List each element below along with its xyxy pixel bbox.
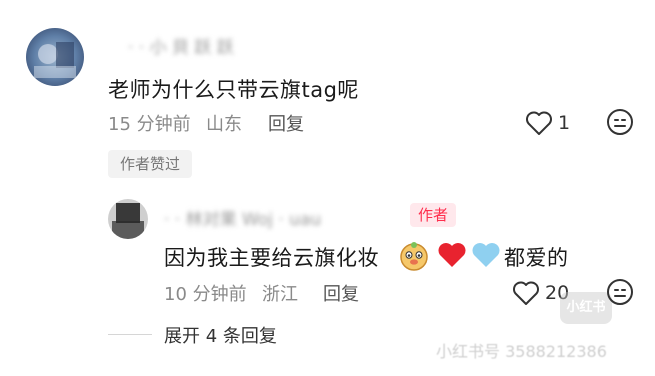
reply-text: 因为我主要给云旗化妆 [164, 246, 379, 270]
watermark-id: 小红书号 3588212386 [436, 342, 607, 361]
expand-replies-button[interactable]: 展开 4 条回复 [164, 322, 277, 348]
author-liked-badge: 作者赞过 [108, 150, 193, 178]
like-button[interactable] [525, 110, 553, 140]
comment-location: 山东 [206, 114, 242, 135]
blue-heart-icon [471, 241, 501, 273]
reply-text-suffix: 都爱的 [504, 246, 569, 270]
avatar-image [26, 28, 84, 86]
face-emoji-icon [398, 240, 430, 276]
reply-location: 浙江 [262, 284, 298, 305]
username[interactable]: · · 小 貝 跃 跃 [128, 33, 234, 58]
reply-like-button[interactable] [512, 280, 540, 310]
expand-divider [108, 334, 152, 335]
avatar-image [108, 199, 148, 239]
comment-thread: · · 小 貝 跃 跃 老师为什么只带云旗tag呢 15 分钟前 山东 回复 1… [0, 0, 655, 376]
comment-time: 15 分钟前 [108, 114, 191, 135]
reply-reply-button[interactable]: 回复 [323, 280, 359, 306]
heart-outline-icon [513, 281, 539, 305]
author-tag: 作者 [410, 203, 457, 227]
like-count: 1 [558, 112, 571, 134]
watermark-logo: 小红书 [560, 292, 612, 324]
reply-emoji-reaction-button[interactable] [606, 278, 634, 310]
user-avatar[interactable] [26, 28, 84, 86]
reply-button[interactable]: 回复 [268, 110, 304, 136]
reply-user-avatar[interactable] [108, 199, 148, 239]
face-smile-icon [607, 279, 633, 305]
reply-username[interactable]: · · 林对果 Woj · uau [164, 205, 321, 230]
emoji-reaction-button[interactable] [606, 108, 634, 140]
reply-time: 10 分钟前 [164, 284, 247, 305]
red-heart-icon [437, 241, 467, 273]
face-smile-icon [607, 109, 633, 135]
heart-outline-icon [526, 111, 552, 135]
comment-text: 老师为什么只带云旗tag呢 [108, 78, 359, 102]
